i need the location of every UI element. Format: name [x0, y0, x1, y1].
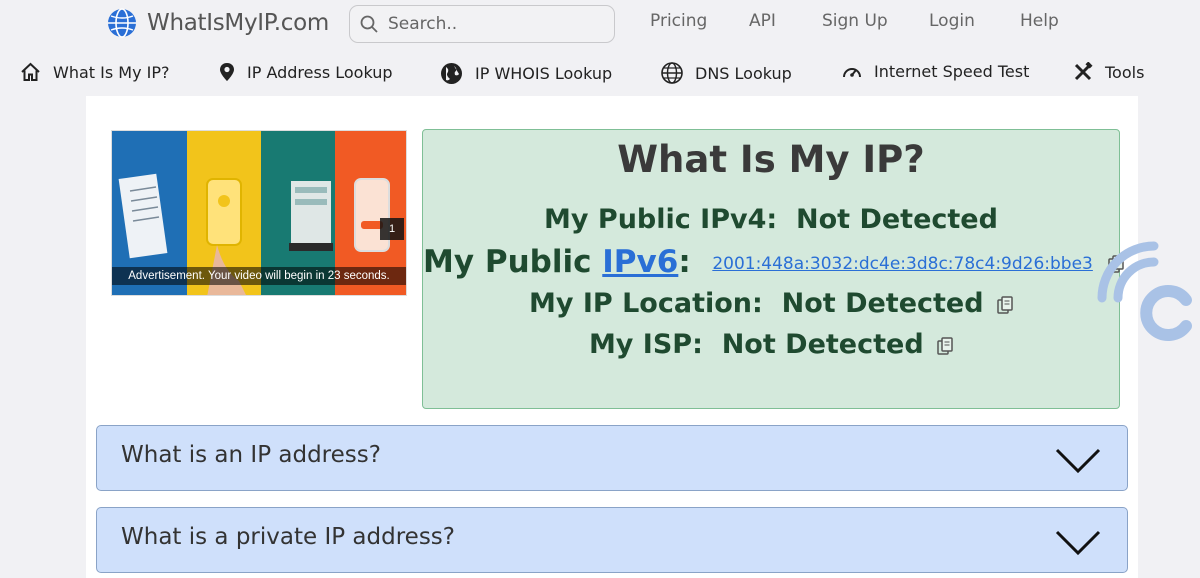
logo-text: WhatIsMyIP.com — [147, 10, 329, 36]
ad-caption: Advertisement. Your video will begin in … — [112, 267, 406, 285]
ipv6-row: My Public IPv6: 2001:448a:3032:dc4e:3d8c… — [423, 244, 1124, 280]
nav-item-label: IP WHOIS Lookup — [475, 64, 613, 83]
search-box[interactable] — [349, 5, 615, 43]
globe-icon — [441, 63, 462, 84]
location-row: My IP Location: Not Detected — [423, 288, 1119, 319]
faq-item-private-ip[interactable]: What is a private IP address? — [96, 507, 1128, 573]
nav-item-what-is-my-ip[interactable]: What Is My IP? — [20, 62, 169, 82]
copy-icon[interactable] — [997, 295, 1013, 314]
site-logo[interactable]: WhatIsMyIP.com — [107, 8, 329, 38]
nav-item-label: DNS Lookup — [695, 63, 792, 83]
copy-icon[interactable] — [937, 336, 953, 355]
login-link[interactable]: Login — [929, 11, 975, 31]
nav-item-label: Internet Speed Test — [874, 62, 1030, 81]
map-pin-icon — [220, 63, 234, 81]
isp-row: My ISP: Not Detected — [423, 329, 1119, 360]
nav-item-ip-whois-lookup[interactable]: IP WHOIS Lookup — [440, 62, 612, 85]
home-icon — [21, 62, 40, 81]
nav-item-label: What Is My IP? — [53, 62, 170, 82]
chevron-down-icon — [1055, 530, 1101, 556]
ipv6-link[interactable]: IPv6 — [602, 244, 678, 280]
location-value: Not Detected — [781, 288, 984, 319]
ipv6-colon: : — [678, 244, 691, 280]
ipv4-row: My Public IPv4: Not Detected — [423, 204, 1119, 235]
location-label: My IP Location: — [529, 288, 763, 319]
top-bar: WhatIsMyIP.com Pricing API Sign Up Login… — [0, 0, 1200, 48]
search-icon — [360, 15, 378, 33]
isp-value: Not Detected — [721, 329, 924, 360]
tools-icon — [1074, 62, 1093, 81]
nav-item-internet-speed-test[interactable]: Internet Speed Test — [842, 62, 1029, 81]
watermark-logo — [1097, 241, 1192, 341]
video-advertisement[interactable]: 1 Advertisement. Your video will begin i… — [111, 130, 407, 296]
search-input[interactable] — [388, 14, 588, 34]
faq-item-what-is-ip[interactable]: What is an IP address? — [96, 425, 1128, 491]
nav-item-dns-lookup[interactable]: DNS Lookup — [661, 62, 792, 84]
main-nav: What Is My IP? IP Address Lookup IP WHOI… — [0, 52, 1200, 96]
pricing-link[interactable]: Pricing — [650, 11, 707, 31]
api-link[interactable]: API — [749, 11, 776, 31]
faq-question: What is an IP address? — [121, 442, 381, 468]
ad-counter: 1 — [380, 218, 404, 240]
ipv6-address-link[interactable]: 2001:448a:3032:dc4e:3d8c:78c4:9d26:bbe3 — [712, 254, 1093, 274]
help-link[interactable]: Help — [1020, 11, 1059, 31]
isp-label: My ISP: — [588, 329, 703, 360]
nav-item-label: Tools — [1105, 62, 1145, 82]
nav-item-ip-address-lookup[interactable]: IP Address Lookup — [219, 62, 393, 82]
dns-icon — [661, 62, 683, 84]
page-title: What Is My IP? — [617, 138, 925, 181]
signup-link[interactable]: Sign Up — [822, 11, 888, 31]
ipv6-label: My Public — [423, 244, 592, 280]
ipv4-value: Not Detected — [796, 204, 998, 235]
globe-logo-icon — [108, 8, 136, 38]
ipv4-label: My Public IPv4: — [544, 204, 778, 235]
ip-info-panel: What Is My IP? My Public IPv4: Not Detec… — [422, 129, 1124, 409]
chevron-down-icon — [1055, 448, 1101, 474]
nav-item-label: IP Address Lookup — [247, 62, 393, 82]
nav-item-tools[interactable]: Tools — [1073, 62, 1144, 82]
speedometer-icon — [843, 67, 861, 77]
faq-question: What is a private IP address? — [121, 524, 455, 550]
